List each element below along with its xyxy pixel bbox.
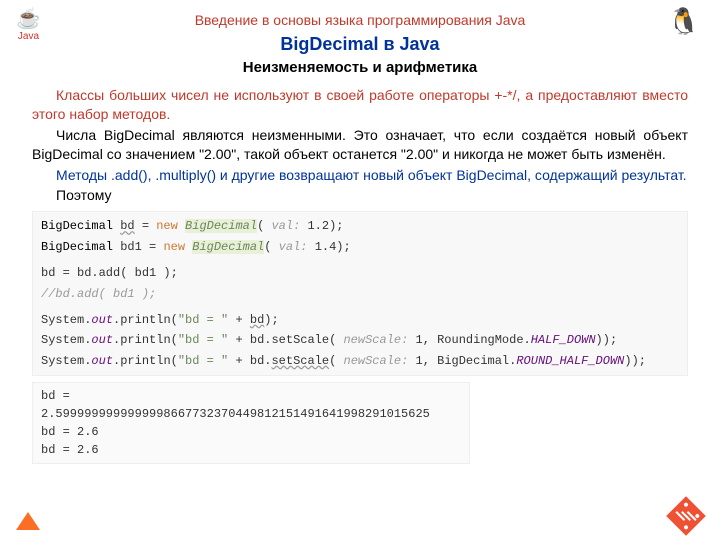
output-block: bd = 2.599999999999999866773237044981215… bbox=[32, 382, 470, 464]
page-subtitle: Неизменяемость и арифметика bbox=[0, 59, 720, 76]
page-title: BigDecimal в Java bbox=[0, 34, 720, 55]
code-line-7: System.out.println("bd = " + bd.setScale… bbox=[41, 351, 679, 371]
code-line-1: BigDecimal bd = new BigDecimal( val: 1.2… bbox=[41, 216, 679, 236]
code-snippet: BigDecimal bd = new BigDecimal( val: 1.2… bbox=[32, 211, 688, 376]
paragraph-1: Классы больших чисел не используют в сво… bbox=[32, 86, 688, 124]
course-header: Введение в основы языка программирования… bbox=[0, 0, 720, 28]
code-line-2: BigDecimal bd1 = new BigDecimal( val: 1.… bbox=[41, 237, 679, 257]
code-line-5: System.out.println("bd = " + bd); bbox=[41, 310, 679, 330]
code-line-6: System.out.println("bd = " + bd.setScale… bbox=[41, 330, 679, 350]
output-line-2: bd = 2.6 bbox=[41, 423, 461, 441]
code-line-4: //bd.add( bd1 ); bbox=[41, 284, 679, 304]
paragraph-3: Методы .add(), .multiply() и другие возв… bbox=[32, 166, 688, 185]
java-cup-icon: ☕ bbox=[16, 6, 41, 31]
duke-icon: 🐧 bbox=[668, 6, 700, 37]
paragraph-4: Поэтому bbox=[32, 186, 688, 205]
java-logo-text: Java bbox=[16, 31, 41, 42]
git-icon bbox=[666, 496, 706, 536]
gitlab-icon bbox=[16, 512, 40, 530]
output-line-3: bd = 2.6 bbox=[41, 441, 461, 459]
output-line-1: bd = 2.599999999999999866773237044981215… bbox=[41, 387, 461, 423]
body-text: Классы больших чисел не используют в сво… bbox=[0, 76, 720, 205]
code-line-3: bd = bd.add( bd1 ); bbox=[41, 263, 679, 283]
paragraph-2: Числа BigDecimal являются неизменными. Э… bbox=[32, 126, 688, 164]
java-logo: ☕ Java bbox=[16, 6, 41, 42]
